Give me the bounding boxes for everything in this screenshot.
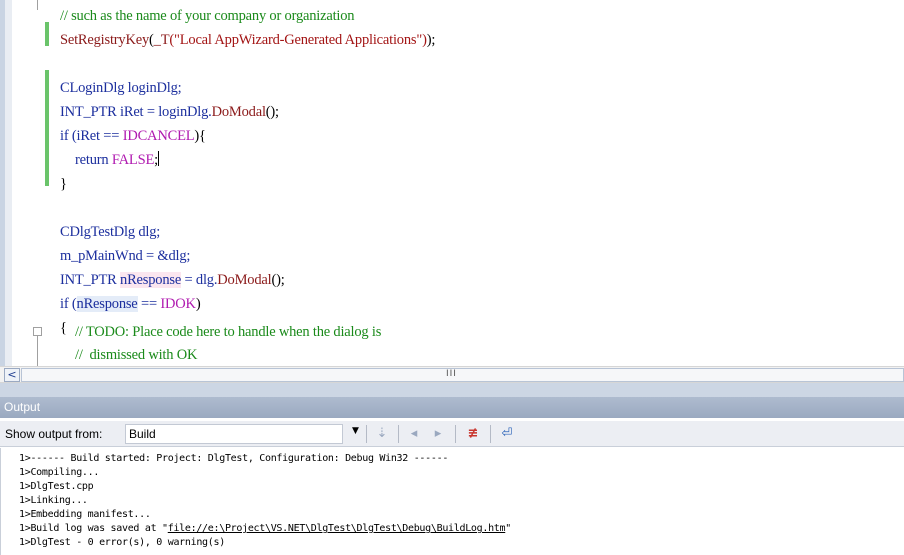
code-line: SetRegistryKey(_T("Local AppWizard-Gener…	[60, 31, 435, 50]
toolbar-separator	[455, 425, 456, 443]
scrollbar-grip-icon: III	[446, 369, 457, 379]
code-text: CDlgTestDlg dlg;	[60, 224, 161, 240]
output-line: 1>Linking...	[19, 495, 88, 506]
output-text-area[interactable]: 1>------ Build started: Project: DlgTest…	[0, 448, 904, 555]
output-line: 1>Embedding manifest...	[19, 509, 151, 520]
code-line: INT_PTR nResponse = dlg.DoModal();	[60, 271, 285, 290]
build-log-link[interactable]: file://e:\Project\VS.NET\DlgTest\DlgTest…	[168, 523, 506, 534]
function-name: DoModal	[217, 272, 272, 288]
code-line: CLoginDlg loginDlg;	[60, 79, 182, 98]
highlighted-variable: nResponse	[120, 272, 182, 288]
code-line: INT_PTR iRet = loginDlg.DoModal();	[60, 103, 279, 122]
horizontal-scrollbar[interactable]: < III	[0, 366, 904, 383]
code-text: if (	[60, 296, 77, 312]
output-line: 1>Compiling...	[19, 467, 100, 478]
scrollbar-thumb[interactable]: III	[21, 368, 904, 382]
code-text: }	[60, 176, 67, 192]
code-text: return	[75, 152, 112, 168]
output-text: 1>Build log was saved at "	[19, 523, 168, 534]
output-text: "	[505, 523, 511, 534]
output-line: 1>Build log was saved at "file://e:\Proj…	[19, 523, 511, 535]
toolbar-separator	[398, 425, 399, 443]
highlighted-variable: nResponse	[76, 296, 138, 312]
changed-lines-marker	[45, 70, 49, 186]
function-name: DoModal	[211, 104, 266, 120]
code-line: // such as the name of your company or o…	[60, 7, 355, 26]
macro-name: IDCANCEL	[122, 128, 195, 144]
show-output-label: Show output from:	[5, 427, 103, 441]
code-line: if (iRet == IDCANCEL){	[60, 127, 206, 146]
code-line: m_pMainWnd = &dlg;	[60, 247, 190, 266]
output-source-dropdown[interactable]: Build	[125, 424, 343, 444]
toolbar-separator	[366, 425, 367, 443]
go-to-line-icon[interactable]: ⇣	[372, 424, 392, 444]
code-line: // TODO: Place code here to handle when …	[75, 323, 381, 342]
output-line: 1>DlgTest.cpp	[19, 481, 94, 492]
output-line: 1>------ Build started: Project: DlgTest…	[19, 453, 449, 464]
code-editor[interactable]: // such as the name of your company or o…	[0, 0, 904, 366]
code-text: ();	[271, 272, 285, 288]
code-text: if (iRet ==	[60, 128, 123, 144]
code-text: CLoginDlg loginDlg;	[60, 80, 182, 96]
comment-text: // such as the name of your company or o…	[60, 8, 355, 24]
editor-indicator-margin	[5, 0, 12, 366]
string-literal: ("Local AppWizard-Generated Applications…	[169, 32, 427, 48]
word-wrap-icon[interactable]: ⏎	[497, 424, 517, 444]
function-name: SetRegistryKey	[60, 32, 150, 48]
code-text: INT_PTR	[60, 272, 121, 288]
code-line: return FALSE;	[75, 151, 159, 170]
macro-name: FALSE	[111, 152, 155, 168]
code-text: ){	[194, 128, 206, 144]
code-line: {	[60, 319, 67, 338]
macro-name: IDOK	[160, 296, 196, 312]
output-source-value: Build	[129, 427, 156, 441]
output-panel-title: Output	[0, 397, 904, 418]
code-line: CDlgTestDlg dlg;	[60, 223, 160, 242]
output-toolbar: Show output from: Build ▼ ⇣ ◂ ▸ ≢ ⏎	[0, 421, 904, 447]
chevron-down-icon[interactable]: ▼	[352, 426, 359, 436]
next-message-icon[interactable]: ▸	[428, 424, 448, 444]
code-line: if (nResponse == IDOK)	[60, 295, 201, 314]
code-line: }	[60, 175, 67, 194]
clear-all-icon[interactable]: ≢	[463, 424, 483, 444]
code-text: INT_PTR iRet = loginDlg.	[60, 104, 212, 120]
comment-text: // dismissed with OK	[75, 347, 198, 363]
changed-lines-marker	[45, 22, 49, 46]
code-text: = dlg.	[181, 272, 218, 288]
toolbar-separator	[490, 425, 491, 443]
code-text: );	[426, 32, 436, 48]
outline-collapse-icon[interactable]	[33, 327, 42, 336]
output-line: 1>DlgTest - 0 error(s), 0 warning(s)	[19, 537, 225, 548]
code-text: ==	[137, 296, 161, 312]
outline-line	[37, 0, 38, 10]
panel-splitter[interactable]	[0, 383, 904, 397]
code-text: )	[195, 296, 201, 312]
code-text: ();	[265, 104, 279, 120]
macro-name: _T	[153, 32, 170, 48]
text-caret	[157, 151, 159, 166]
previous-message-icon[interactable]: ◂	[404, 424, 424, 444]
code-text: m_pMainWnd = &dlg;	[60, 248, 191, 264]
code-line: // dismissed with OK	[75, 346, 197, 365]
code-text: {	[60, 320, 67, 336]
comment-text: // TODO: Place code here to handle when …	[75, 324, 382, 340]
scroll-left-arrow-icon[interactable]: <	[4, 368, 20, 382]
